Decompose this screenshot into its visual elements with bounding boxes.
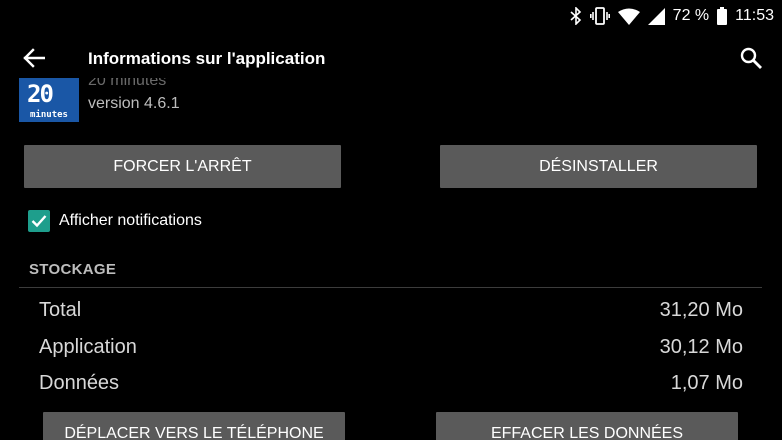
clock: 11:53 (735, 7, 774, 24)
force-stop-button[interactable]: FORCER L'ARRÊT (24, 145, 341, 188)
wifi-icon (617, 8, 640, 25)
app-icon-subtext: minutes (30, 110, 68, 120)
clear-data-button[interactable]: EFFACER LES DONNÉES (436, 412, 738, 440)
page-title: Informations sur l'application (88, 49, 326, 68)
storage-label: Données (39, 372, 120, 394)
uninstall-button[interactable]: DÉSINSTALLER (440, 145, 757, 188)
storage-label: Total (39, 299, 82, 321)
storage-label: Application (39, 336, 137, 358)
storage-section-header: STOCKAGE (29, 261, 117, 278)
signal-icon (647, 7, 665, 25)
app-header: 20 minutes 20 minutes version 4.6.1 (0, 78, 782, 128)
app-version: version 4.6.1 (88, 95, 180, 112)
vibrate-icon (589, 7, 610, 25)
app-icon-text: 20 (27, 80, 54, 108)
show-notifications-toggle[interactable]: Afficher notifications (28, 209, 202, 233)
back-button[interactable] (18, 46, 50, 74)
arrow-left-icon (23, 47, 46, 73)
storage-value: 31,20 Mo (659, 299, 743, 321)
status-icons: 72 % 11:53 (570, 0, 774, 32)
battery-text: 72 % (672, 7, 710, 24)
search-button[interactable] (736, 45, 766, 75)
storage-row-application: Application 30,12 Mo (39, 336, 743, 364)
app-name: 20 minutes (88, 78, 167, 89)
section-divider (19, 287, 762, 288)
storage-row-total: Total 31,20 Mo (39, 299, 743, 327)
show-notifications-label: Afficher notifications (59, 212, 202, 229)
app-icon: 20 minutes (19, 78, 79, 122)
move-to-phone-button[interactable]: DÉPLACER VERS LE TÉLÉPHONE (43, 412, 345, 440)
checkbox-checked-icon[interactable] (28, 210, 50, 232)
status-bar: 72 % 11:53 (0, 0, 782, 32)
storage-value: 30,12 Mo (659, 336, 743, 358)
bluetooth-icon (570, 7, 582, 25)
storage-row-data: Données 1,07 Mo (39, 372, 743, 400)
storage-value: 1,07 Mo (670, 372, 743, 394)
search-icon (739, 46, 763, 75)
battery-icon (717, 7, 728, 25)
